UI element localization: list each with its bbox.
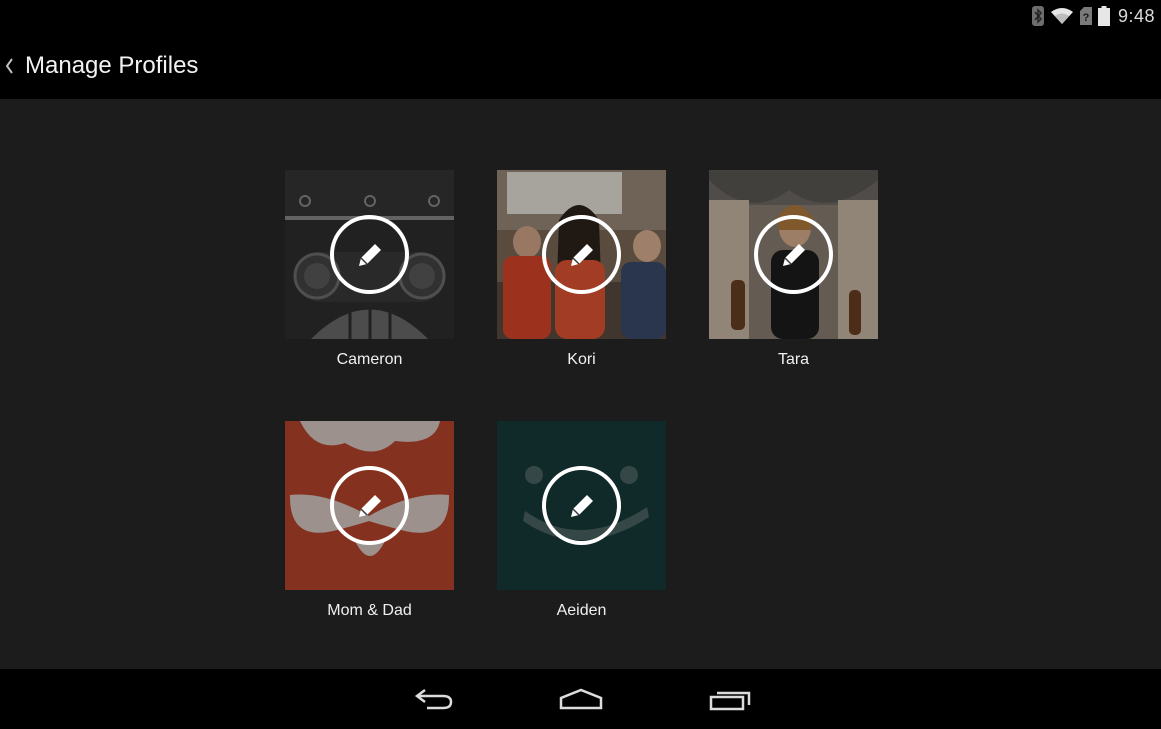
back-icon <box>414 689 453 710</box>
profile-name: Cameron <box>336 351 403 368</box>
profile-tile-cameron[interactable]: Cameron <box>285 170 454 369</box>
pencil-icon <box>570 494 593 517</box>
edit-profile-button[interactable] <box>542 466 621 545</box>
profile-tile-aeiden[interactable]: Aeiden <box>497 421 666 620</box>
wifi-icon <box>1050 8 1073 24</box>
avatar[interactable] <box>285 421 454 590</box>
svg-text:?: ? <box>1083 12 1090 24</box>
battery-icon <box>1097 6 1110 26</box>
page-title: Manage Profiles <box>25 51 199 79</box>
navigation-bar <box>0 669 1161 729</box>
chevron-left-icon[interactable] <box>5 56 17 76</box>
profile-name: Aeiden <box>556 602 607 619</box>
avatar[interactable] <box>497 421 666 590</box>
edit-profile-button[interactable] <box>542 215 621 294</box>
profile-tile-kori[interactable]: Kori <box>497 170 666 369</box>
status-bar: ? 9:48 <box>0 0 1161 32</box>
pencil-icon <box>782 243 805 266</box>
status-icons: ? 9:48 <box>1031 5 1155 26</box>
edit-profile-button[interactable] <box>330 215 409 294</box>
edit-profile-button[interactable] <box>754 215 833 294</box>
action-bar[interactable]: Manage Profiles <box>0 32 1161 99</box>
edit-profile-button[interactable] <box>330 466 409 545</box>
profile-tile-mom-and-dad[interactable]: Mom & Dad <box>285 421 454 620</box>
home-icon <box>559 688 603 710</box>
nav-back-button[interactable] <box>404 683 464 715</box>
profile-name: Tara <box>777 351 810 368</box>
recents-icon <box>709 691 751 711</box>
no-sim-icon: ? <box>1079 7 1092 25</box>
pencil-icon <box>570 243 593 266</box>
profile-name: Mom & Dad <box>327 602 412 619</box>
nav-home-button[interactable] <box>551 683 611 715</box>
bluetooth-icon <box>1031 6 1044 26</box>
profile-name: Kori <box>567 351 596 368</box>
pencil-icon <box>358 243 381 266</box>
pencil-icon <box>358 494 381 517</box>
avatar[interactable] <box>285 170 454 339</box>
avatar[interactable] <box>709 170 878 339</box>
nav-recents-button[interactable] <box>700 683 760 715</box>
profiles-grid: Cameron Kori Tara Mom & Dad Aeiden <box>285 170 878 620</box>
profiles-content: Cameron Kori Tara Mom & Dad Aeiden <box>0 99 1161 669</box>
avatar[interactable] <box>497 170 666 339</box>
profile-tile-tara[interactable]: Tara <box>709 170 878 369</box>
clock: 9:48 <box>1117 5 1155 26</box>
